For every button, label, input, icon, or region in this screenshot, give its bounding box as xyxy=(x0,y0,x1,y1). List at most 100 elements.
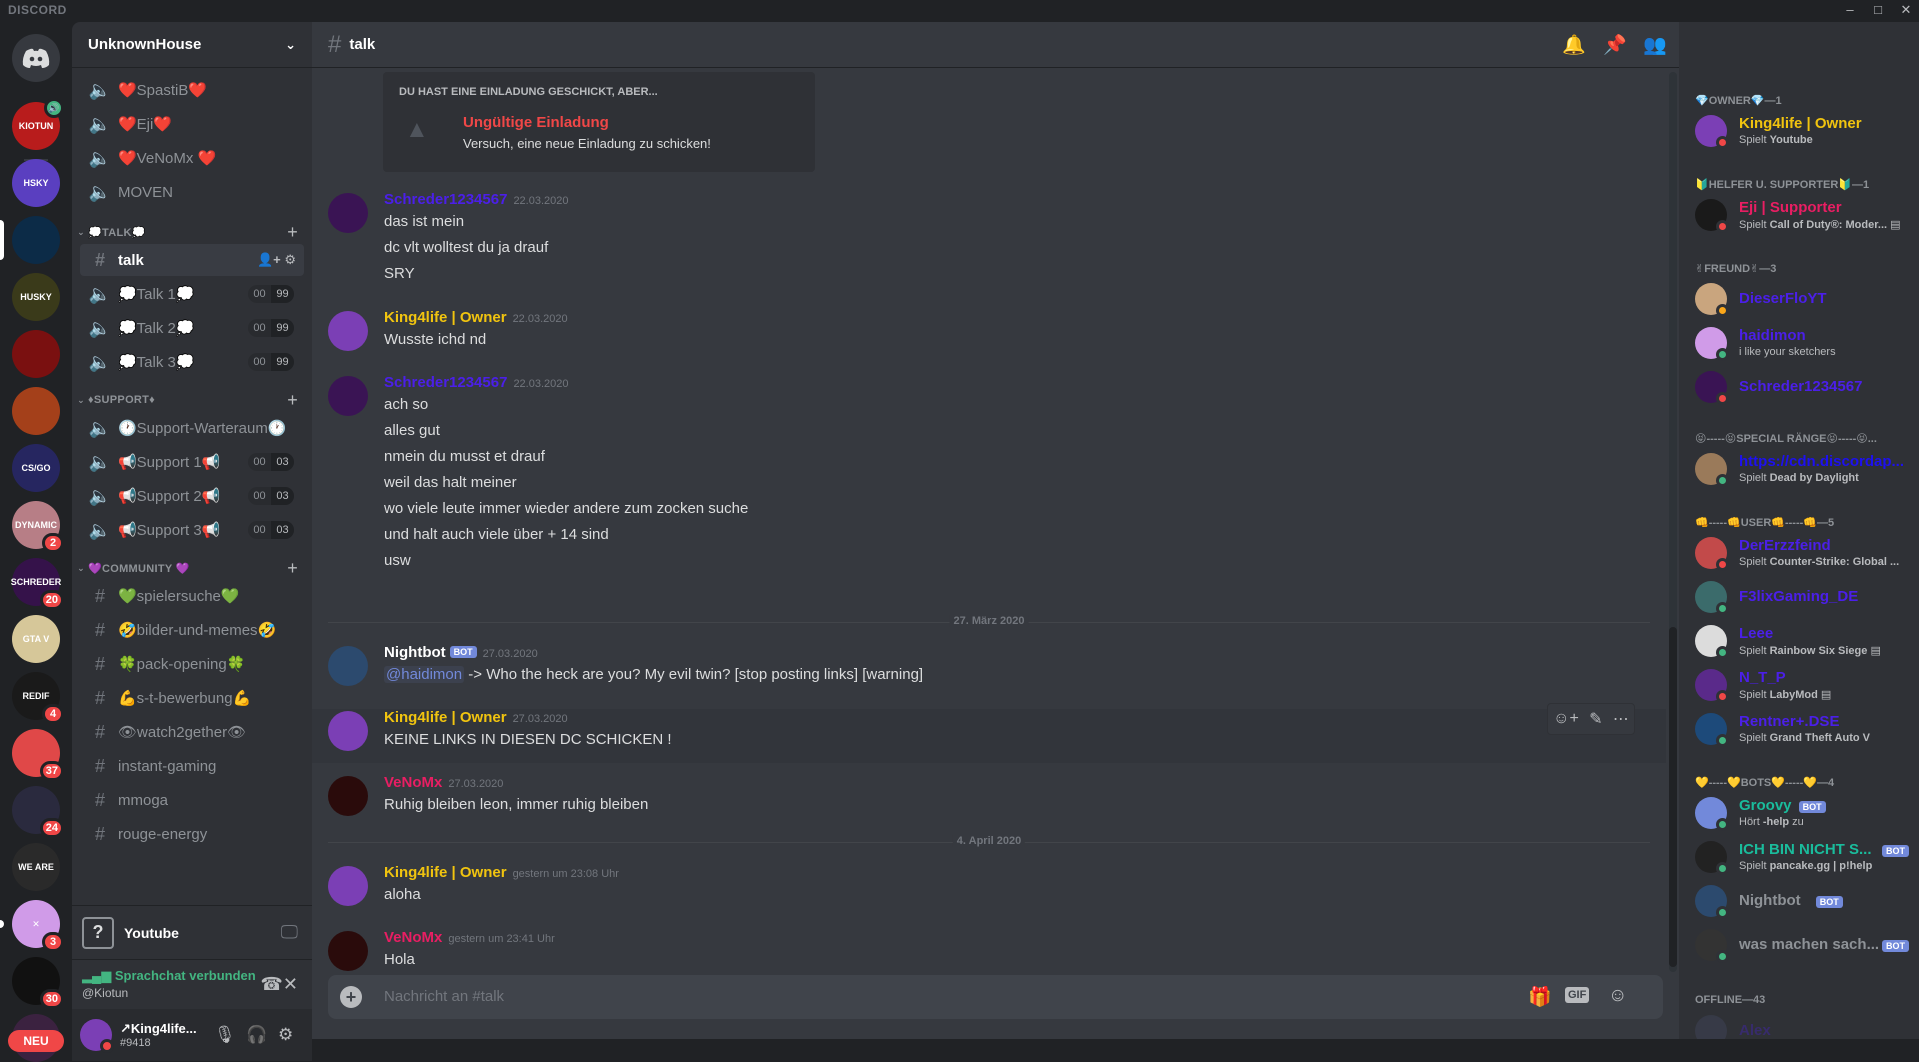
bell-icon[interactable]: 🔔 xyxy=(1562,33,1586,57)
author-avatar[interactable] xyxy=(328,193,368,233)
member-item[interactable]: ICH BIN NICHT S... BOT Spielt pancake.gg |… xyxy=(1687,836,1917,878)
user-settings-icon[interactable]: ⚙ xyxy=(278,1025,293,1045)
member-item[interactable]: DieserFloYT xyxy=(1687,278,1917,320)
channel-voice[interactable]: 🔈 💭Talk 2💭 00 99 xyxy=(80,312,304,344)
channel-text[interactable]: # 🤣bilder-und-memes🤣 xyxy=(80,614,304,646)
channel-voice[interactable]: 🔈 💭Talk 1💭 00 99 xyxy=(80,278,304,310)
user-mention[interactable]: @haidimon xyxy=(384,666,465,683)
server-icon[interactable]: WE ARE xyxy=(12,843,60,891)
author-avatar[interactable] xyxy=(328,711,368,751)
server-icon[interactable] xyxy=(12,387,60,435)
author-name[interactable]: Nightbot xyxy=(384,644,446,661)
author-name[interactable]: King4life | Owner xyxy=(384,709,507,726)
category-header[interactable]: ⌄ 💜COMMUNITY 💜 + xyxy=(74,558,310,578)
channel-settings-icon[interactable]: ⚙ xyxy=(284,252,296,267)
edit-icon[interactable]: ✎ xyxy=(1589,709,1602,729)
minimize-button[interactable]: – xyxy=(1836,2,1864,20)
channel-voice[interactable]: 🔈 MOVEN xyxy=(80,176,304,208)
add-reaction-icon[interactable]: ☺+ xyxy=(1553,710,1579,728)
category-header[interactable]: ⌄ ♦SUPPORT♦ + xyxy=(74,390,310,410)
author-name[interactable]: Schreder1234567 xyxy=(384,191,507,208)
author-avatar[interactable] xyxy=(328,866,368,906)
server-icon[interactable]: 24 xyxy=(12,786,64,838)
add-channel-icon[interactable]: + xyxy=(287,558,298,579)
message-scrollbar[interactable] xyxy=(1669,72,1677,972)
channel-voice[interactable]: 🔈 📢Support 2📢 00 03 xyxy=(80,480,304,512)
message[interactable]: Schreder1234567 22.03.2020 das ist mein dc … xyxy=(328,191,1658,297)
channel-voice[interactable]: 🔈 🕐Support-Warteraum🕐 xyxy=(80,412,304,444)
server-icon[interactable]: SCHREDER 20 xyxy=(11,558,64,610)
message[interactable]: King4life | Owner 22.03.2020 Wusste ichd n… xyxy=(328,309,1658,363)
message[interactable]: Nightbot BOT 27.03.2020 @haidimon -> Who th… xyxy=(328,644,1658,698)
author-name[interactable]: VeNoMx xyxy=(384,774,442,791)
member-item[interactable]: DerErzzfeind Spielt Counter-Strike: Globa… xyxy=(1687,532,1917,574)
member-item[interactable]: King4life | Owner Spielt Youtube xyxy=(1687,110,1917,152)
server-icon[interactable]: ✕ 3 xyxy=(12,900,64,952)
member-item[interactable]: N_T_P Spielt LabyMod ▤ xyxy=(1687,664,1917,706)
server-icon[interactable]: DYNAMIC 2 xyxy=(12,501,64,553)
channel-text[interactable]: # 🍀pack-opening🍀 xyxy=(80,648,304,680)
headphones-icon[interactable]: 🎧 xyxy=(246,1025,267,1045)
server-icon[interactable]: HUSKY xyxy=(12,273,60,321)
user-avatar[interactable] xyxy=(80,1019,114,1053)
author-name[interactable]: King4life | Owner xyxy=(384,309,507,326)
add-channel-icon[interactable]: + xyxy=(287,222,298,243)
new-badge[interactable]: NEU xyxy=(8,1030,64,1052)
member-item[interactable]: Rentner+.DSE Spielt Grand Theft Auto V xyxy=(1687,708,1917,750)
author-avatar[interactable] xyxy=(328,646,368,686)
message-composer[interactable]: + Nachricht an #talk 🎁 GIF ☺ xyxy=(328,975,1663,1019)
member-item[interactable]: haidimon i like your sketchers xyxy=(1687,322,1917,364)
maximize-button[interactable]: □ xyxy=(1864,2,1892,20)
member-item[interactable]: was machen sach... BOT xyxy=(1687,924,1917,966)
more-options-icon[interactable]: ⋯ xyxy=(1613,709,1629,729)
member-item[interactable]: Leee Spielt Rainbow Six Siege ▤ xyxy=(1687,620,1917,662)
server-icon[interactable]: CS/GO xyxy=(12,444,60,492)
author-avatar[interactable] xyxy=(328,376,368,416)
channel-voice[interactable]: 🔈 ❤️SpastiB❤️ xyxy=(80,74,304,106)
server-icon[interactable]: HSKY xyxy=(12,159,60,207)
gif-button[interactable]: GIF xyxy=(1565,987,1590,1003)
server-icon[interactable] xyxy=(12,330,60,378)
server-icon[interactable]: REDIF 4 xyxy=(12,672,64,724)
activity-panel[interactable]: ? Youtube 🖵 xyxy=(72,905,312,959)
disconnect-call-icon[interactable]: ☎✕ xyxy=(260,974,298,995)
channel-text[interactable]: # talk 👤+ ⚙ xyxy=(80,244,304,276)
author-avatar[interactable] xyxy=(328,931,368,971)
channel-voice[interactable]: 🔈 📢Support 1📢 00 03 xyxy=(80,446,304,478)
author-name[interactable]: King4life | Owner xyxy=(384,864,507,881)
author-avatar[interactable] xyxy=(328,311,368,351)
server-icon[interactable]: 37 xyxy=(12,729,64,781)
message[interactable]: VeNoMx 27.03.2020 Ruhig bleiben leon, imme… xyxy=(328,774,1658,828)
server-header[interactable]: UnknownHouse ⌄ xyxy=(72,22,312,68)
scrollbar-thumb[interactable] xyxy=(1669,627,1677,967)
server-icon[interactable]: GTA V xyxy=(12,615,60,663)
member-item[interactable]: F3lixGaming_DE xyxy=(1687,576,1917,618)
composer-placeholder[interactable]: Nachricht an #talk xyxy=(384,988,504,1005)
category-header[interactable]: ⌄ 💭TALK💭 + xyxy=(74,222,310,242)
channel-text[interactable]: # 💚spielersuche💚 xyxy=(80,580,304,612)
author-avatar[interactable] xyxy=(328,776,368,816)
microphone-icon[interactable]: 🎙 xyxy=(214,1025,236,1045)
channel-voice[interactable]: 🔈 ❤️Eji❤️ xyxy=(80,108,304,140)
invite-icon[interactable]: 👤+ xyxy=(257,252,284,267)
channel-text[interactable]: # 💪s-t-bewerbung💪 xyxy=(80,682,304,714)
server-icon[interactable]: 30 xyxy=(12,957,64,1009)
channel-text[interactable]: # instant-gaming xyxy=(80,750,304,782)
member-item[interactable]: Nightbot BOT xyxy=(1687,880,1917,922)
server-icon[interactable]: KIOTUN 🔊 xyxy=(12,98,64,150)
upload-plus-icon[interactable]: + xyxy=(340,986,362,1008)
member-item[interactable]: Groovy BOT Hört -help zu xyxy=(1687,792,1917,834)
channel-text[interactable]: # mmoga xyxy=(80,784,304,816)
close-button[interactable]: ✕ xyxy=(1892,2,1919,20)
server-icon[interactable] xyxy=(12,216,60,264)
home-button[interactable] xyxy=(12,34,60,82)
channel-text[interactable]: # rouge-energy xyxy=(80,818,304,850)
channel-text[interactable]: # 👁watch2gether👁 xyxy=(80,716,304,748)
channel-voice[interactable]: 🔈 ❤️VeNoMx ❤️ xyxy=(80,142,304,174)
member-item[interactable]: Eji | Supporter Spielt Call of Duty®: Mod… xyxy=(1687,194,1917,236)
member-list-icon[interactable]: 👥 xyxy=(1643,33,1667,57)
member-item[interactable]: Schreder1234567 xyxy=(1687,366,1917,408)
screen-share-icon[interactable]: 🖵 xyxy=(281,922,298,943)
message[interactable]: King4life | Owner 27.03.2020 KEINE LINKS I… xyxy=(312,703,1666,763)
member-item[interactable]: https://cdn.discordap... Spielt Dead by D… xyxy=(1687,448,1917,490)
